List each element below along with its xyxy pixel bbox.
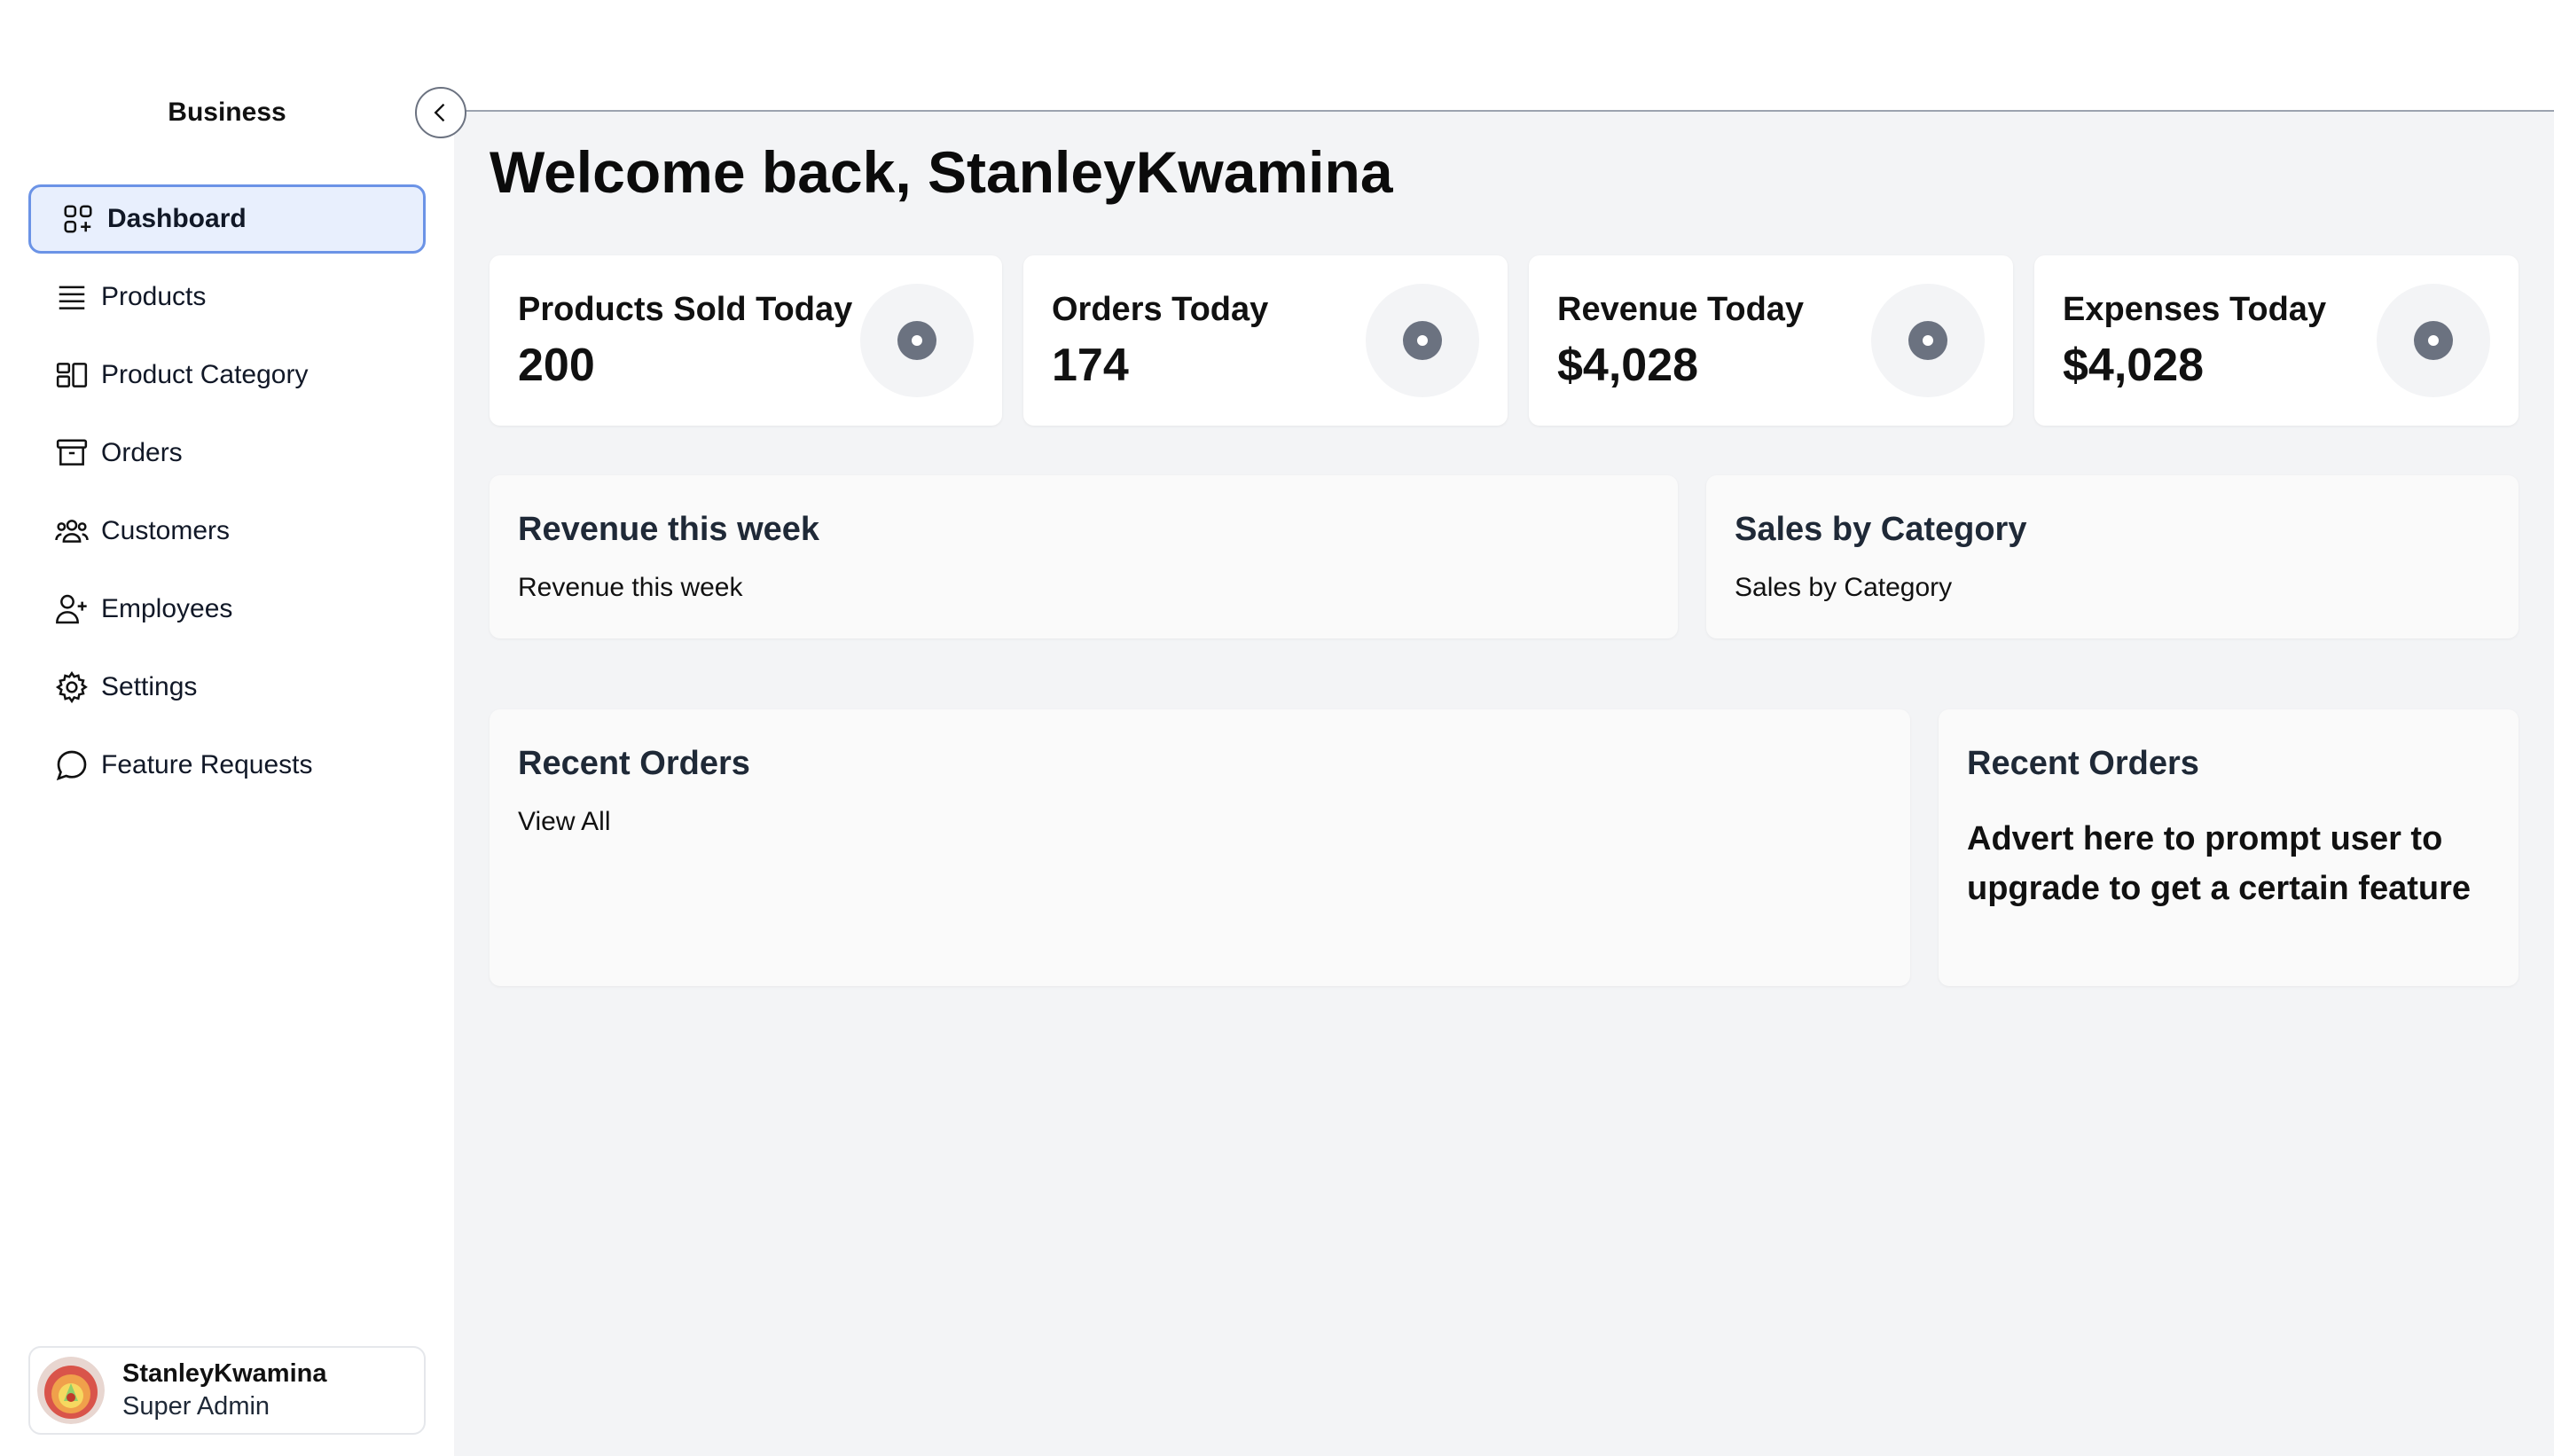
sidebar-item-label: Products bbox=[101, 282, 207, 311]
sidebar-item-label: Product Category bbox=[101, 360, 309, 389]
top-bar bbox=[454, 0, 2554, 112]
panel-title: Revenue this week bbox=[518, 511, 820, 548]
stat-value: 174 bbox=[1052, 340, 1129, 391]
stat-card-products-sold: Products Sold Today 200 bbox=[490, 255, 1002, 426]
list-icon bbox=[53, 278, 90, 316]
sidebar-item-customers[interactable]: Customers bbox=[28, 497, 426, 566]
sidebar-item-settings[interactable]: Settings bbox=[28, 653, 426, 722]
panel-title: Recent Orders bbox=[518, 745, 750, 782]
sidebar-item-label: Employees bbox=[101, 594, 233, 623]
user-role: Super Admin bbox=[122, 1392, 270, 1421]
user-plus-icon bbox=[53, 591, 90, 628]
main-content: Welcome back, StanleyKwamina Products So… bbox=[454, 0, 2554, 1456]
panel-subtitle: Revenue this week bbox=[518, 573, 743, 602]
panel-subtitle: Sales by Category bbox=[1735, 573, 1953, 602]
dashboard-icon bbox=[59, 200, 97, 238]
sidebar-item-label: Customers bbox=[101, 516, 231, 545]
category-icon bbox=[53, 356, 90, 394]
advert-panel: Recent Orders Advert here to prompt user… bbox=[1939, 709, 2519, 986]
brand-name: Business bbox=[168, 98, 286, 127]
stat-card-expenses: Expenses Today $4,028 bbox=[2034, 255, 2519, 426]
stat-value: $4,028 bbox=[2063, 340, 2205, 391]
stat-label: Products Sold Today bbox=[518, 291, 853, 328]
recent-orders-panel: Recent Orders View All bbox=[490, 709, 1910, 986]
view-all-link[interactable]: View All bbox=[518, 807, 611, 837]
archive-box-icon bbox=[53, 434, 90, 472]
sidebar-item-orders[interactable]: Orders bbox=[28, 419, 426, 488]
sidebar-item-label: Orders bbox=[101, 438, 183, 467]
sales-category-panel: Sales by Category Sales by Category bbox=[1706, 475, 2519, 638]
record-icon bbox=[860, 284, 974, 397]
gear-icon bbox=[53, 669, 90, 706]
stat-card-orders: Orders Today 174 bbox=[1023, 255, 1508, 426]
sidebar-item-products[interactable]: Products bbox=[28, 262, 426, 332]
sidebar: Business Dashboard Products Product Cate… bbox=[0, 0, 454, 1456]
avatar bbox=[37, 1357, 105, 1424]
page-title: Welcome back, StanleyKwamina bbox=[490, 139, 1393, 205]
user-profile-card[interactable]: StanleyKwamina Super Admin bbox=[28, 1346, 426, 1435]
record-icon bbox=[1366, 284, 1479, 397]
record-icon bbox=[1871, 284, 1985, 397]
sidebar-item-label: Settings bbox=[101, 672, 198, 701]
chat-bubble-icon bbox=[53, 747, 90, 784]
panel-title: Recent Orders bbox=[1967, 745, 2199, 782]
stat-card-revenue: Revenue Today $4,028 bbox=[1529, 255, 2013, 426]
stat-label: Expenses Today bbox=[2063, 291, 2327, 328]
stat-label: Orders Today bbox=[1052, 291, 1269, 328]
advert-text: Advert here to prompt user to upgrade to… bbox=[1967, 820, 2472, 907]
user-name: StanleyKwamina bbox=[122, 1359, 327, 1388]
sidebar-item-feature-requests[interactable]: Feature Requests bbox=[28, 731, 426, 800]
users-icon bbox=[53, 513, 90, 550]
collapse-sidebar-button[interactable] bbox=[415, 87, 466, 138]
stat-label: Revenue Today bbox=[1557, 291, 1805, 328]
sidebar-item-employees[interactable]: Employees bbox=[28, 575, 426, 644]
sidebar-item-dashboard[interactable]: Dashboard bbox=[28, 184, 426, 254]
sidebar-nav: Dashboard Products Product Category Orde… bbox=[28, 184, 426, 809]
sidebar-item-label: Dashboard bbox=[107, 204, 247, 233]
revenue-week-panel: Revenue this week Revenue this week bbox=[490, 475, 1678, 638]
sidebar-item-label: Feature Requests bbox=[101, 750, 313, 779]
stat-value: 200 bbox=[518, 340, 595, 391]
record-icon bbox=[2377, 284, 2490, 397]
chevron-left-icon bbox=[428, 100, 453, 125]
panel-title: Sales by Category bbox=[1735, 511, 2027, 548]
stat-value: $4,028 bbox=[1557, 340, 1699, 391]
sidebar-item-product-category[interactable]: Product Category bbox=[28, 341, 426, 410]
